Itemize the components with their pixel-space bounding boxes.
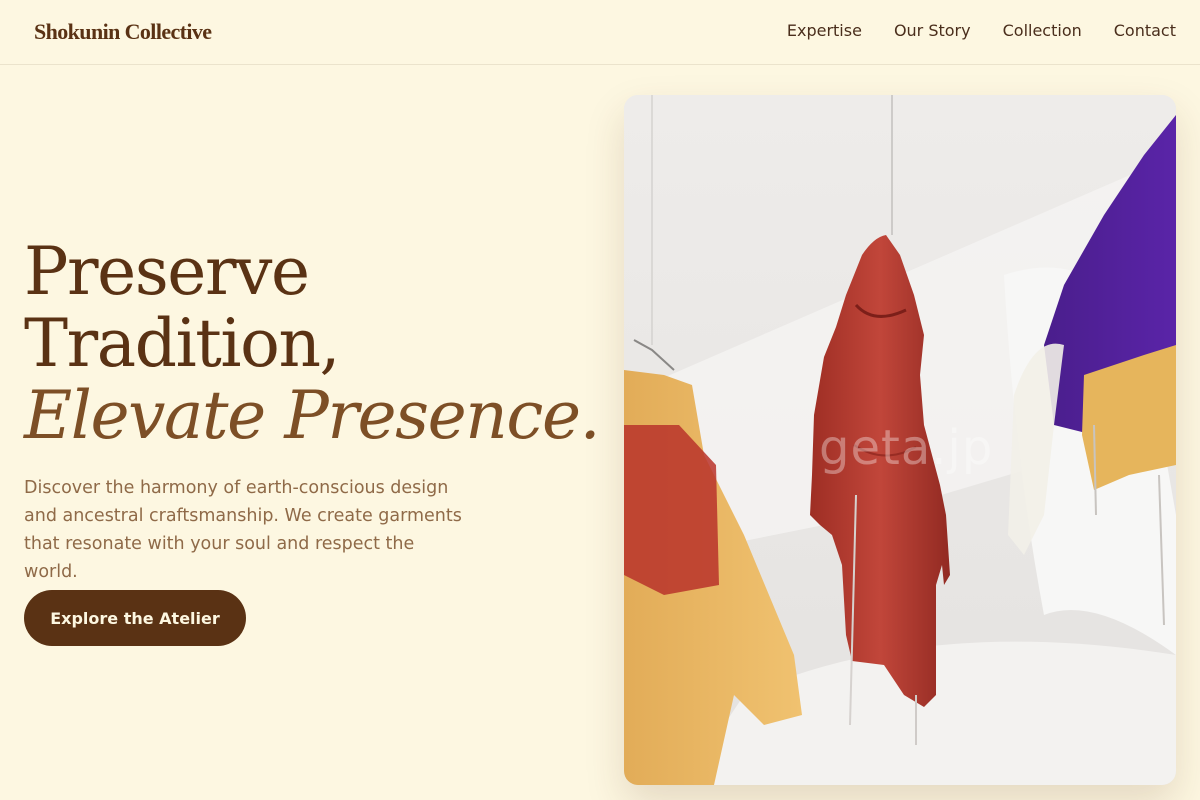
brand-logo[interactable]: Shokunin Collective	[34, 19, 212, 45]
nav-item-expertise[interactable]: Expertise	[787, 21, 862, 40]
hero-title-line-2: Tradition,	[24, 305, 341, 382]
site-header: Shokunin Collective Expertise Our Story …	[0, 0, 1200, 65]
explore-atelier-button[interactable]: Explore the Atelier	[24, 590, 246, 646]
image-watermark: geta.jp	[819, 420, 994, 476]
hero-title: Preserve Tradition, Elevate Presence.	[24, 236, 604, 452]
hero-title-accent: Elevate Presence.	[24, 377, 601, 454]
nav-item-our-story[interactable]: Our Story	[894, 21, 971, 40]
nav-item-collection[interactable]: Collection	[1003, 21, 1082, 40]
hero-title-line-1: Preserve	[24, 233, 310, 310]
hero-image: geta.jp	[624, 95, 1176, 785]
main-nav: Expertise Our Story Collection Contact	[787, 21, 1176, 40]
nav-item-contact[interactable]: Contact	[1114, 21, 1176, 40]
hero-description: Discover the harmony of earth-conscious …	[24, 478, 462, 582]
